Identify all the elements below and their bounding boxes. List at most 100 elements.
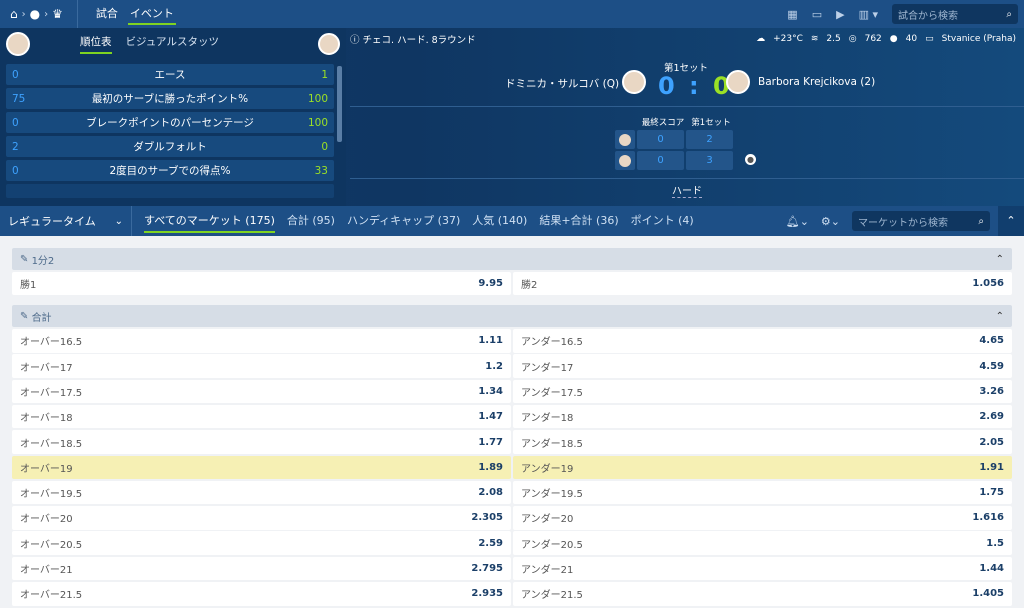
cloud-icon: ☁	[756, 34, 766, 44]
market-tools: 🔔︎⌄ ⚙⌄ マーケットから検索 ⌕ ⌃	[786, 206, 1024, 236]
player1-avatar	[622, 70, 646, 94]
odds-row: オーバー19.5 2.08 アンダー19.5 1.75	[12, 480, 1012, 505]
odds-cell[interactable]: 勝2 1.056	[513, 271, 1012, 296]
odds-cell[interactable]: オーバー19 1.89	[12, 455, 511, 480]
chevron-right-icon: ›	[44, 8, 49, 20]
pin-icon[interactable]: ✎	[20, 254, 32, 265]
score-row: 03	[615, 151, 737, 170]
market-search-input[interactable]: マーケットから検索 ⌕	[852, 211, 990, 231]
gear-icon[interactable]: ⚙⌄	[821, 215, 840, 228]
chevron-down-icon: ⌄	[114, 215, 123, 227]
score: 0 : 0	[658, 72, 733, 100]
collapse-icon[interactable]: ⌃	[998, 206, 1024, 236]
odds-row: オーバー21 2.795 アンダー21 1.44	[12, 556, 1012, 581]
odds-cell[interactable]: アンダー17.5 3.26	[513, 379, 1012, 404]
period-dropdown[interactable]: レギュラータイム ⌄	[0, 206, 132, 236]
tab-total[interactable]: 合計 (95)	[287, 206, 335, 236]
odds-cell[interactable]: オーバー18.5 1.77	[12, 430, 511, 454]
player1-name: ドミニカ・サルコバ (Q)	[505, 78, 620, 90]
odds-cell[interactable]: アンダー21.5 1.405	[513, 582, 1012, 606]
odds-cell[interactable]: オーバー21.5 2.935	[12, 582, 511, 606]
section-header-winner[interactable]: ✎ 1分2 ⌃	[12, 248, 1012, 270]
match-info: チェコ. ハード. 8ラウンド	[362, 35, 476, 46]
score-row: 02	[615, 130, 737, 149]
stats-header: 順位表 ビジュアルスタッツ	[0, 28, 346, 60]
match-panel: ⓘ チェコ. ハード. 8ラウンド ☁ +23°C ≋ 2.5 ◎ 762 ● 40 ▭…	[350, 28, 1024, 206]
nav-matches[interactable]: 試合	[90, 0, 124, 28]
top-nav: 試合 イベント	[76, 0, 180, 28]
tab-result-total[interactable]: 結果+合計 (36)	[539, 206, 618, 236]
bell-icon[interactable]: 🔔︎⌄	[786, 215, 809, 228]
odds-cell[interactable]: オーバー16.5 1.11	[12, 329, 511, 353]
markets-content: ✎ 1分2 ⌃ 勝1 9.95 勝2 1.056 ✎ 合計 ⌃ オーバー16.5 1.…	[0, 236, 1024, 608]
odds-cell[interactable]: アンダー18 2.69	[513, 404, 1012, 429]
odds-row: オーバー17.5 1.34 アンダー17.5 3.26	[12, 379, 1012, 404]
odds-cell[interactable]: アンダー19 1.91	[513, 455, 1012, 480]
stats-scrollbar[interactable]	[337, 66, 342, 142]
odds-cell[interactable]: アンダー21 1.44	[513, 556, 1012, 581]
chevron-up-icon[interactable]: ⌃	[996, 254, 1004, 265]
match-info-bar: ⓘ チェコ. ハード. 8ラウンド ☁ +23°C ≋ 2.5 ◎ 762 ● 40 ▭…	[350, 28, 1024, 50]
odds-cell[interactable]: アンダー20.5 1.5	[513, 531, 1012, 555]
tab-popular[interactable]: 人気 (140)	[472, 206, 527, 236]
odds-cell[interactable]: アンダー16.5 4.65	[513, 329, 1012, 353]
odds-cell[interactable]: アンダー17 4.59	[513, 354, 1012, 378]
odds-cell[interactable]: アンダー20 1.616	[513, 506, 1012, 530]
odds-cell[interactable]: 勝1 9.95	[12, 271, 511, 296]
odds-row: オーバー17 1.2 アンダー17 4.59	[12, 354, 1012, 378]
info-icon: ⓘ	[350, 35, 363, 46]
stats-chart-icon[interactable]: ▥ ▾	[859, 8, 878, 21]
odds-row: 勝1 9.95 勝2 1.056	[12, 271, 1012, 296]
odds-row: オーバー20.5 2.59 アンダー20.5 1.5	[12, 531, 1012, 555]
odds-row: オーバー20 2.305 アンダー20 1.616	[12, 506, 1012, 530]
player2-avatar	[726, 70, 750, 94]
score-table: 最終スコア 第1セット 02 03	[615, 116, 737, 170]
serve-ball-icon: ●	[745, 154, 756, 165]
odds-cell[interactable]: オーバー17 1.2	[12, 354, 511, 378]
tab-visual-stats[interactable]: ビジュアルスタッツ	[126, 34, 219, 54]
odds-cell[interactable]: オーバー20.5 2.59	[12, 531, 511, 555]
market-bar: レギュラータイム ⌄ すべてのマーケット (175) 合計 (95) ハンディキ…	[0, 206, 1024, 236]
scoreboard-icon[interactable]: ▦	[787, 8, 797, 21]
odds-cell[interactable]: アンダー18.5 2.05	[513, 430, 1012, 454]
odds-cell[interactable]: アンダー19.5 1.75	[513, 480, 1012, 505]
tab-standings[interactable]: 順位表	[80, 34, 112, 54]
player1-avatar	[6, 32, 30, 56]
odds-row: オーバー21.5 2.935 アンダー21.5 1.405	[12, 582, 1012, 606]
divider	[350, 106, 1024, 107]
trophy-icon[interactable]: ♛	[52, 7, 63, 21]
tab-handicap[interactable]: ハンディキャップ (37)	[347, 206, 460, 236]
player2-avatar	[318, 33, 340, 55]
market-tabs: すべてのマーケット (175) 合計 (95) ハンディキャップ (37) 人気…	[144, 206, 706, 236]
tv-icon[interactable]: ▭	[812, 8, 822, 21]
total-odds-list: オーバー16.5 1.11 アンダー16.5 4.65 オーバー17 1.2 アンダー17 4…	[12, 329, 1012, 606]
tab-points[interactable]: ポイント (4)	[631, 206, 694, 236]
player1-avatar	[615, 130, 635, 149]
stat-row-partial	[6, 184, 334, 198]
search-icon[interactable]: ⌕	[1006, 9, 1012, 20]
search-input[interactable]: 試合から検索 ⌕	[892, 4, 1018, 24]
chevron-up-icon[interactable]: ⌃	[996, 311, 1004, 322]
odds-cell[interactable]: オーバー17.5 1.34	[12, 379, 511, 404]
odds-row: オーバー16.5 1.11 アンダー16.5 4.65	[12, 329, 1012, 353]
search-icon[interactable]: ⌕	[978, 216, 984, 227]
odds-row: オーバー19 1.89 アンダー19 1.91	[12, 455, 1012, 480]
humidity-icon: ●	[889, 34, 898, 44]
stat-row: 0 ブレークポイントのパーセンテージ 100	[6, 112, 334, 133]
section-header-total[interactable]: ✎ 合計 ⌃	[12, 305, 1012, 328]
score-table-header: 最終スコア 第1セット	[641, 118, 731, 128]
nav-events[interactable]: イベント	[124, 0, 180, 28]
video-icon[interactable]: ▶	[836, 8, 844, 21]
odds-cell[interactable]: オーバー21 2.795	[12, 556, 511, 581]
tennis-ball-icon[interactable]: ●	[30, 7, 40, 21]
divider	[350, 178, 1024, 179]
odds-cell[interactable]: オーバー20 2.305	[12, 506, 511, 530]
stats-tabs: 順位表 ビジュアルスタッツ	[80, 34, 233, 54]
pin-icon[interactable]: ✎	[20, 311, 32, 322]
match-hero: 順位表 ビジュアルスタッツ 0 エース 1 75 最初のサーブに勝ったポイント% 100…	[0, 28, 1024, 206]
home-icon[interactable]: ⌂	[10, 7, 18, 21]
odds-cell[interactable]: オーバー18 1.47	[12, 404, 511, 429]
stat-row: 0 エース 1	[6, 64, 334, 85]
odds-cell[interactable]: オーバー19.5 2.08	[12, 480, 511, 505]
tab-all-markets[interactable]: すべてのマーケット (175)	[144, 206, 275, 236]
